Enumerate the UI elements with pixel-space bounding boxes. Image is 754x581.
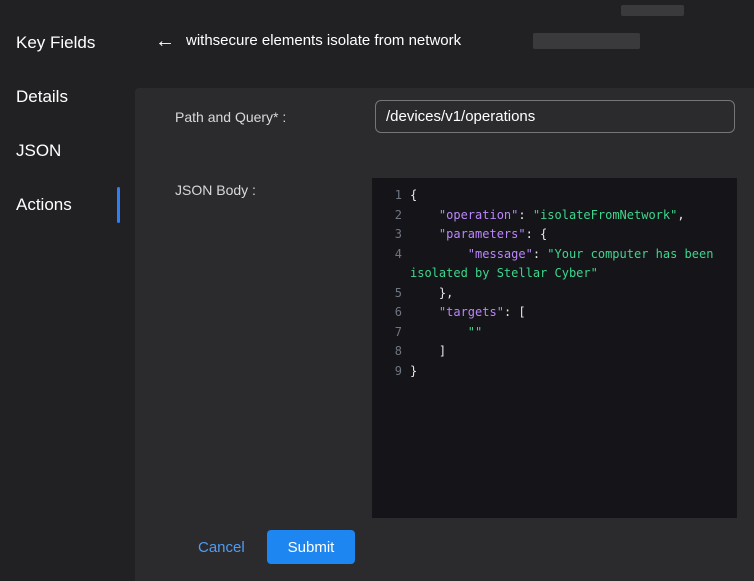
code-text: "parameters": {	[410, 225, 729, 245]
back-arrow-icon[interactable]: ←	[152, 28, 178, 54]
sidebar-item-details[interactable]: Details	[0, 70, 120, 124]
sidebar: Key Fields Details JSON Actions	[0, 0, 120, 581]
json-body-label: JSON Body :	[175, 182, 256, 198]
code-text: "targets": [	[410, 303, 729, 323]
actions-panel: Path and Query* : JSON Body : 1{2 "opera…	[135, 88, 754, 581]
line-number: 6	[378, 303, 410, 323]
header: ← withsecure elements isolate from netwo…	[120, 0, 754, 88]
code-line: 9}	[378, 362, 729, 382]
sidebar-item-json[interactable]: JSON	[0, 124, 120, 178]
code-line: 5 },	[378, 284, 729, 304]
code-text: ]	[410, 342, 729, 362]
code-text: },	[410, 284, 729, 304]
line-number: 4	[378, 245, 410, 265]
json-body-editor[interactable]: 1{2 "operation": "isolateFromNetwork",3 …	[372, 178, 737, 518]
code-text: }	[410, 362, 729, 382]
code-line: 8 ]	[378, 342, 729, 362]
sidebar-item-label: Actions	[16, 195, 72, 215]
line-number: 2	[378, 206, 410, 226]
active-tab-indicator	[117, 187, 120, 223]
submit-button[interactable]: Submit	[267, 530, 355, 564]
code-line: 3 "parameters": {	[378, 225, 729, 245]
redacted-block	[621, 5, 684, 16]
path-query-input[interactable]	[375, 100, 735, 133]
app-window: Key Fields Details JSON Actions ← withsecur…	[0, 0, 754, 581]
redacted-block	[533, 33, 640, 49]
path-query-label: Path and Query* :	[175, 109, 286, 125]
code-line: 7 ""	[378, 323, 729, 343]
json-editor-content: 1{2 "operation": "isolateFromNetwork",3 …	[378, 186, 729, 381]
code-line: 2 "operation": "isolateFromNetwork",	[378, 206, 729, 226]
cancel-button[interactable]: Cancel	[192, 538, 251, 557]
line-number: 5	[378, 284, 410, 304]
sidebar-item-label: Details	[16, 87, 68, 107]
line-number: 3	[378, 225, 410, 245]
code-line: 4 "message": "Your computer has been iso…	[378, 245, 729, 284]
line-number: 9	[378, 362, 410, 382]
line-number: 1	[378, 186, 410, 206]
code-text: "message": "Your computer has been isola…	[410, 245, 729, 284]
sidebar-item-key-fields[interactable]: Key Fields	[0, 16, 120, 70]
code-text: ""	[410, 323, 729, 343]
code-text: {	[410, 186, 729, 206]
sidebar-item-label: JSON	[16, 141, 61, 161]
line-number: 7	[378, 323, 410, 343]
code-text: "operation": "isolateFromNetwork",	[410, 206, 729, 226]
sidebar-item-label: Key Fields	[16, 33, 95, 53]
page-title: withsecure elements isolate from network	[186, 32, 461, 49]
code-line: 1{	[378, 186, 729, 206]
sidebar-item-actions[interactable]: Actions	[0, 178, 120, 232]
code-line: 6 "targets": [	[378, 303, 729, 323]
line-number: 8	[378, 342, 410, 362]
